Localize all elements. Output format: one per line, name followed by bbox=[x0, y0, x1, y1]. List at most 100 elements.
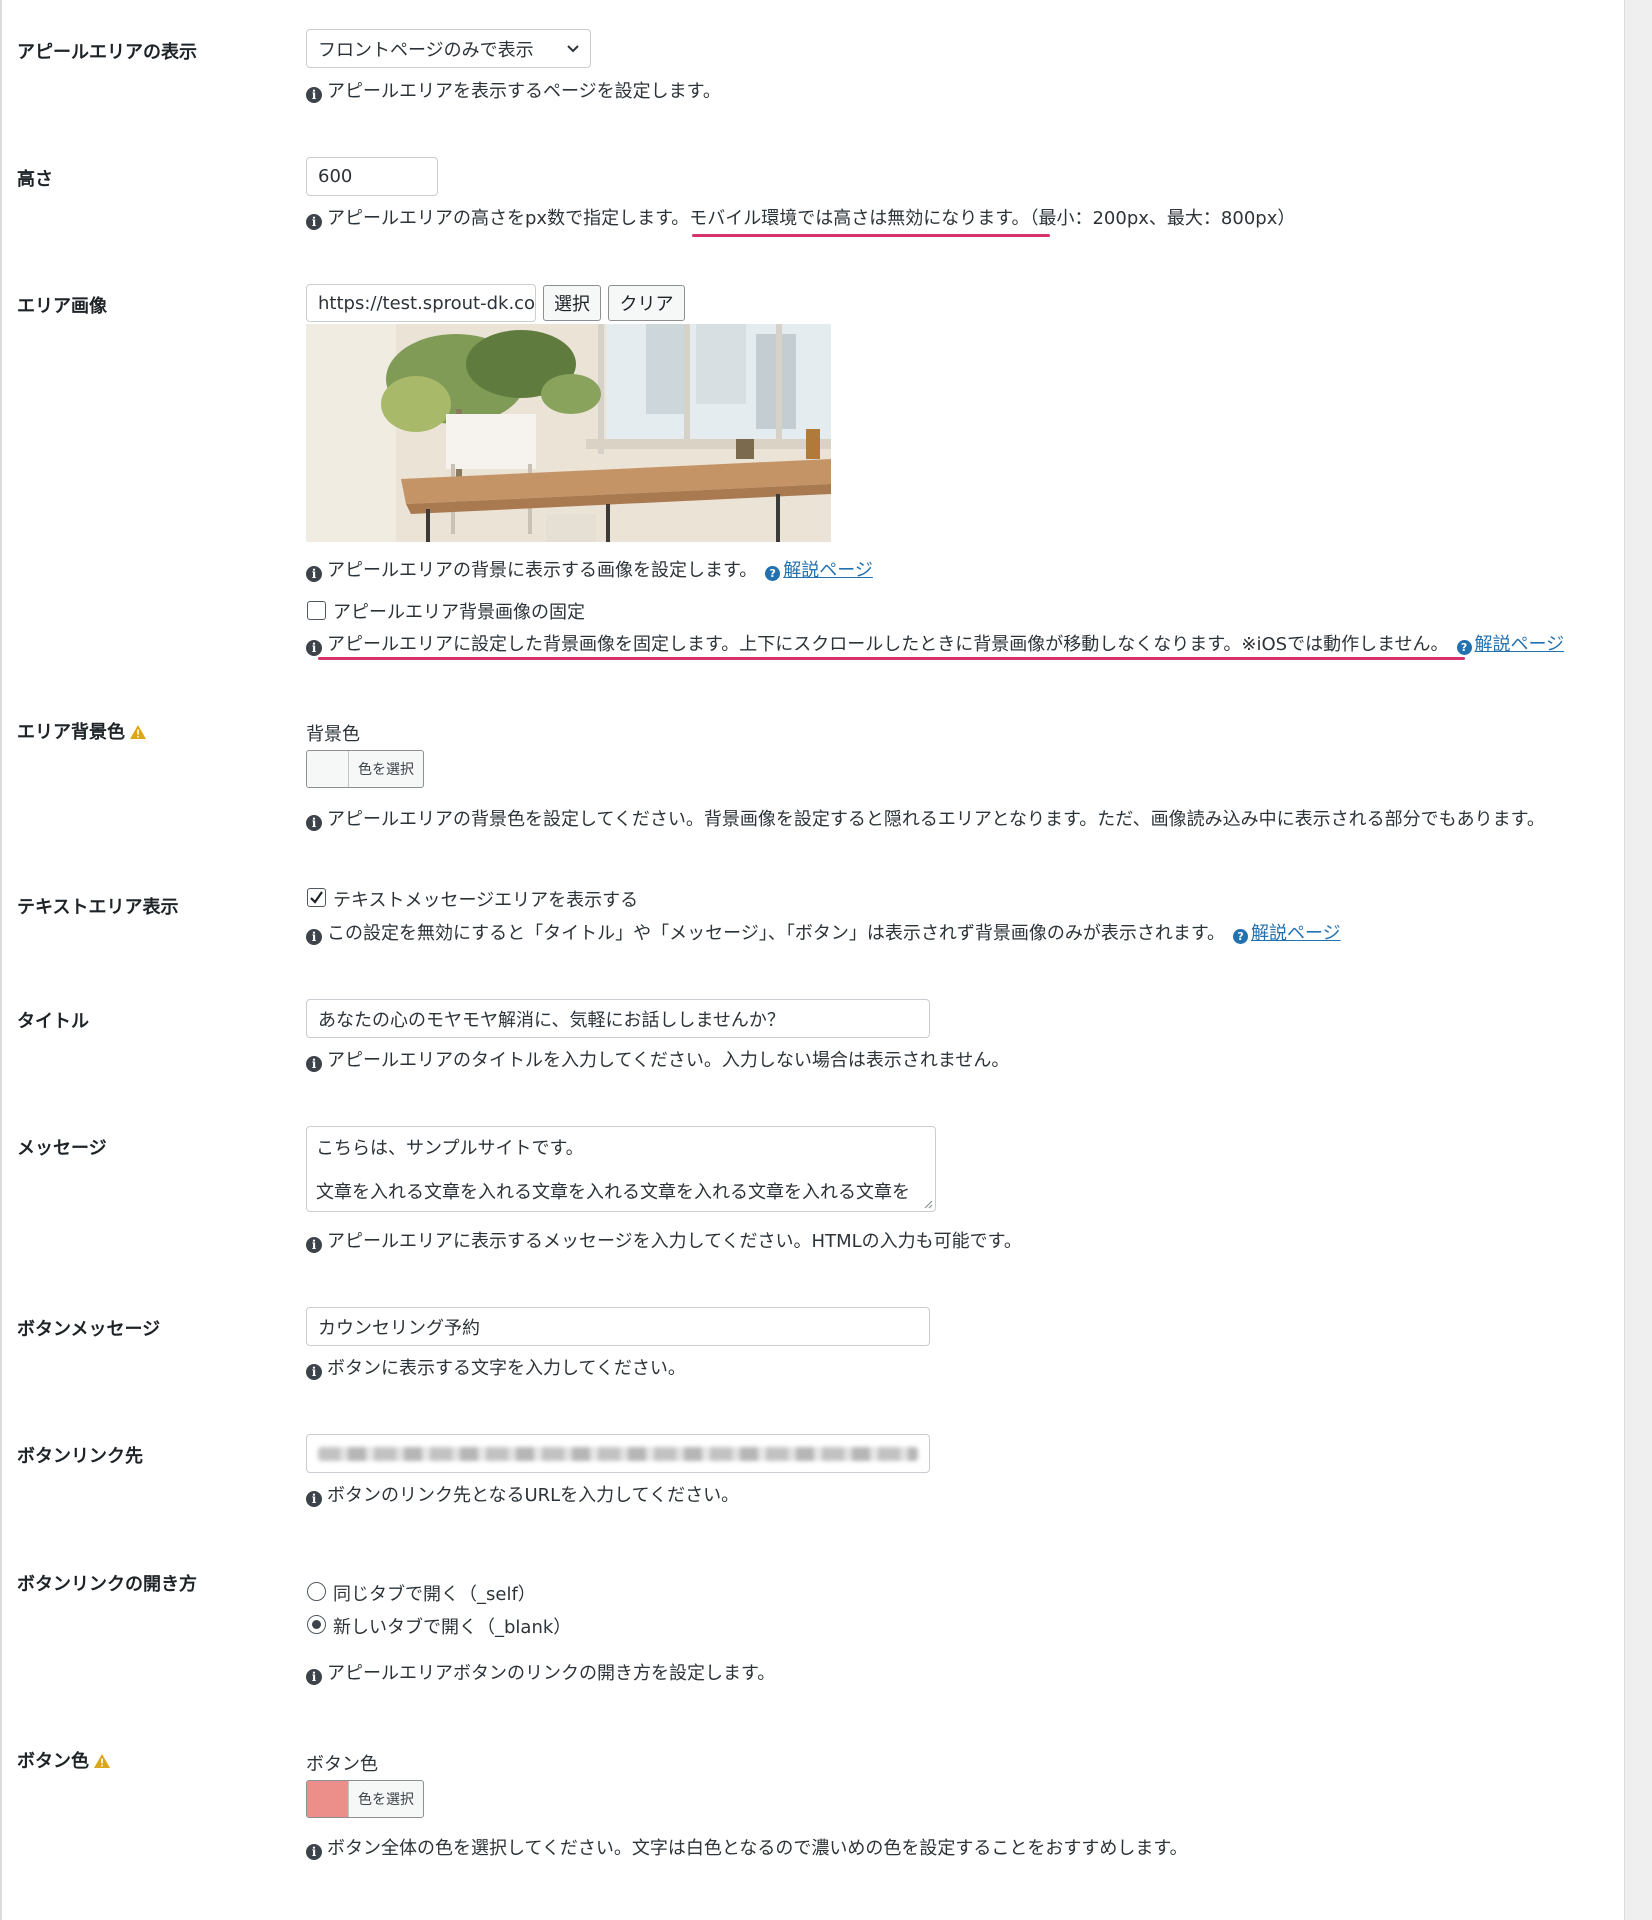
info-icon: i bbox=[306, 1491, 322, 1507]
highlight-underline bbox=[318, 657, 1465, 660]
image-help-link[interactable]: 解説ページ bbox=[783, 560, 873, 581]
button-message-desc-text: ボタンに表示する文字を入力してください。 bbox=[327, 1358, 686, 1379]
message-label: メッセージ bbox=[17, 1138, 107, 1159]
help-icon: ? bbox=[1233, 929, 1249, 944]
button-target-label: ボタンリンクの開き方 bbox=[17, 1574, 197, 1595]
target-blank-radio[interactable] bbox=[307, 1615, 326, 1634]
button-link-desc: i ボタンのリンク先となるURLを入力してください。 bbox=[306, 1481, 739, 1507]
message-line-1: こちらは、サンプルサイトです。 bbox=[316, 1138, 584, 1159]
display-desc-text: アピールエリアを表示するページを設定します。 bbox=[327, 81, 721, 102]
button-color-label: ボタン色 bbox=[17, 1747, 111, 1773]
height-desc-c: （最小：200px、最大：800px） bbox=[1029, 208, 1296, 229]
textarea-display-desc-text: この設定を無効にすると「タイトル」や「メッセージ」、「ボタン」は表示されず背景画… bbox=[327, 923, 1226, 944]
display-select[interactable]: フロントページのみで表示 bbox=[306, 29, 591, 68]
message-textarea[interactable]: こちらは、サンプルサイトです。 文章を入れる文章を入れる文章を入れる文章を入れる… bbox=[306, 1126, 936, 1212]
chevron-down-icon bbox=[567, 44, 579, 52]
info-icon: i bbox=[306, 214, 322, 230]
bgcolor-sublabel: 背景色 bbox=[306, 724, 360, 745]
info-icon: i bbox=[306, 1669, 322, 1685]
display-label: アピールエリアの表示 bbox=[17, 42, 197, 63]
checkmark-icon bbox=[310, 891, 323, 904]
button-target-desc-text: アピールエリアボタンのリンクの開き方を設定します。 bbox=[327, 1663, 776, 1684]
message-line-2: 文章を入れる文章を入れる文章を入れる文章を入れる文章を入れる文章を bbox=[316, 1182, 910, 1203]
button-color-sublabel: ボタン色 bbox=[306, 1754, 378, 1775]
image-url-value: https://test.sprout-dk.co bbox=[318, 292, 536, 314]
bgcolor-label-text: エリア背景色 bbox=[17, 722, 125, 743]
textarea-display-help-link[interactable]: 解説ページ bbox=[1251, 923, 1341, 944]
button-color-swatch bbox=[307, 1781, 349, 1817]
info-icon: i bbox=[306, 1056, 322, 1072]
target-self-radio[interactable] bbox=[307, 1582, 326, 1601]
height-desc-a: アピールエリアの高さをpx数で指定します。 bbox=[327, 208, 690, 229]
button-message-label: ボタンメッセージ bbox=[17, 1319, 161, 1340]
title-desc: i アピールエリアのタイトルを入力してください。入力しない場合は表示されません。 bbox=[306, 1046, 1009, 1072]
bgcolor-swatch bbox=[307, 751, 349, 787]
bgcolor-label: エリア背景色 bbox=[17, 718, 147, 744]
image-url-input[interactable]: https://test.sprout-dk.co bbox=[306, 284, 536, 322]
message-desc: i アピールエリアに表示するメッセージを入力してください。HTMLの入力も可能です… bbox=[306, 1227, 1022, 1253]
button-color-label-text: ボタン色 bbox=[17, 1751, 89, 1772]
title-desc-text: アピールエリアのタイトルを入力してください。入力しない場合は表示されません。 bbox=[327, 1050, 1010, 1071]
message-desc-text: アピールエリアに表示するメッセージを入力してください。HTMLの入力も可能です。 bbox=[327, 1231, 1022, 1252]
button-message-input[interactable]: カウンセリング予約 bbox=[306, 1307, 930, 1346]
info-icon: i bbox=[306, 640, 322, 656]
target-blank-label: 新しいタブで開く（_blank） bbox=[333, 1617, 572, 1638]
fixed-bg-checkbox[interactable] bbox=[307, 601, 326, 620]
bgcolor-picker-label: 色を選択 bbox=[358, 762, 414, 778]
image-desc: i アピールエリアの背景に表示する画像を設定します。? 解説ページ bbox=[306, 556, 873, 582]
display-select-value: フロントページのみで表示 bbox=[318, 39, 534, 61]
button-link-desc-text: ボタンのリンク先となるURLを入力してください。 bbox=[327, 1485, 740, 1506]
bgcolor-desc-text: アピールエリアの背景色を設定してください。背景画像を設定すると隠れるエリアとなり… bbox=[327, 809, 1545, 830]
fixed-bg-help-link[interactable]: 解説ページ bbox=[1475, 634, 1565, 655]
blurred-url-value bbox=[318, 1446, 918, 1461]
bgcolor-picker-button[interactable]: 色を選択 bbox=[306, 750, 424, 788]
textarea-display-checkbox[interactable] bbox=[307, 888, 326, 907]
info-icon: i bbox=[306, 87, 322, 103]
info-icon: i bbox=[306, 1364, 322, 1380]
image-select-button[interactable]: 選択 bbox=[543, 285, 601, 321]
textarea-display-desc: i この設定を無効にすると「タイトル」や「メッセージ」、「ボタン」は表示されず背景… bbox=[306, 919, 1341, 945]
title-input[interactable]: あなたの心のモヤモヤ解消に、気軽にお話ししませんか？ bbox=[306, 999, 930, 1038]
textarea-display-label: テキストエリア表示 bbox=[17, 897, 179, 918]
height-label: 高さ bbox=[17, 169, 53, 190]
scrollbar-gutter[interactable] bbox=[1624, 0, 1652, 1920]
area-image-preview bbox=[306, 324, 831, 542]
image-label: エリア画像 bbox=[17, 296, 107, 317]
textarea-display-checkbox-label: テキストメッセージエリアを表示する bbox=[333, 890, 639, 911]
page-left-border bbox=[0, 0, 2, 1920]
height-desc-b: モバイル環境では高さは無効になります。 bbox=[689, 208, 1030, 229]
button-link-label: ボタンリンク先 bbox=[17, 1446, 143, 1467]
target-self-label: 同じタブで開く（_self） bbox=[333, 1584, 536, 1605]
button-link-input[interactable] bbox=[306, 1434, 930, 1473]
info-icon: i bbox=[306, 1237, 322, 1253]
button-message-desc: i ボタンに表示する文字を入力してください。 bbox=[306, 1354, 686, 1380]
help-icon: ? bbox=[1456, 640, 1472, 655]
display-desc: i アピールエリアを表示するページを設定します。 bbox=[306, 77, 721, 103]
resize-handle-icon[interactable] bbox=[923, 1199, 933, 1209]
height-desc: i アピールエリアの高さをpx数で指定します。モバイル環境では高さは無効になります… bbox=[306, 204, 1295, 230]
button-color-picker-label: 色を選択 bbox=[358, 1792, 414, 1808]
help-icon: ? bbox=[765, 566, 781, 581]
button-color-desc: i ボタン全体の色を選択してください。文字は白色となるので濃いめの色を設定すること… bbox=[306, 1834, 1188, 1860]
title-label: タイトル bbox=[17, 1011, 89, 1032]
bgcolor-desc: i アピールエリアの背景色を設定してください。背景画像を設定すると隠れるエリアとな… bbox=[306, 805, 1545, 831]
warning-icon bbox=[94, 1754, 110, 1768]
image-clear-button[interactable]: クリア bbox=[608, 285, 685, 321]
height-input[interactable]: 600 bbox=[306, 157, 438, 196]
info-icon: i bbox=[306, 566, 322, 582]
button-target-desc: i アピールエリアボタンのリンクの開き方を設定します。 bbox=[306, 1659, 775, 1685]
info-icon: i bbox=[306, 1844, 322, 1860]
image-desc-text: アピールエリアの背景に表示する画像を設定します。 bbox=[327, 560, 758, 581]
fixed-bg-desc: i アピールエリアに設定した背景画像を固定します。上下にスクロールしたときに背景画… bbox=[306, 630, 1564, 656]
fixed-bg-desc-text: アピールエリアに設定した背景画像を固定します。上下にスクロールしたときに背景画像… bbox=[327, 634, 1449, 655]
button-message-value: カウンセリング予約 bbox=[318, 1317, 480, 1339]
height-input-value: 600 bbox=[318, 166, 353, 187]
fixed-bg-checkbox-label: アピールエリア背景画像の固定 bbox=[333, 602, 585, 623]
title-input-value: あなたの心のモヤモヤ解消に、気軽にお話ししませんか？ bbox=[318, 1009, 785, 1031]
warning-icon bbox=[130, 725, 146, 739]
info-icon: i bbox=[306, 815, 322, 831]
highlight-underline bbox=[692, 234, 1050, 237]
button-color-desc-text: ボタン全体の色を選択してください。文字は白色となるので濃いめの色を設定することを… bbox=[327, 1838, 1188, 1859]
info-icon: i bbox=[306, 929, 322, 945]
button-color-picker-button[interactable]: 色を選択 bbox=[306, 1780, 424, 1818]
